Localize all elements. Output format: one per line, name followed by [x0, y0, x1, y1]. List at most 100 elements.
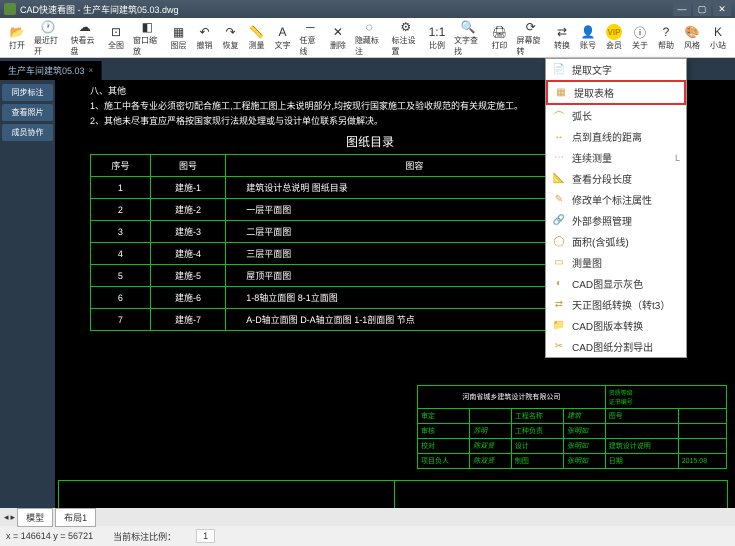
document-tab[interactable]: 生产车间建筑05.03 × [0, 61, 102, 80]
app-icon [4, 3, 16, 15]
tab-label: 生产车间建筑05.03 [8, 64, 85, 77]
比例-icon: 1:1 [429, 24, 445, 40]
tool-最近打开[interactable]: 🕐最近打开 [30, 18, 67, 58]
model-layout-tabs: ◂ ▸ 模型布局1 [0, 508, 735, 526]
关于-icon: ⓘ [632, 24, 648, 40]
menu-icon: 📁 [552, 319, 566, 333]
coordinates: x = 146614 y = 56721 [6, 531, 93, 541]
scale-label: 当前标注比例： [113, 530, 176, 543]
window-title: CAD快速看图 - 生产车间建筑05.03.dwg [20, 3, 179, 16]
tab-nav-left-icon[interactable]: ◂ [4, 512, 9, 523]
menu-icon: ⌒ [552, 109, 566, 123]
tool-关于[interactable]: ⓘ关于 [627, 23, 653, 52]
titlebar: CAD快速看图 - 生产车间建筑05.03.dwg — ▢ ✕ [0, 0, 735, 18]
menu-item-外部参照管理[interactable]: 🔗外部参照管理 [546, 210, 686, 231]
close-button[interactable]: ✕ [713, 2, 731, 16]
tool-打开[interactable]: 📂打开 [4, 23, 30, 52]
menu-item-CAD图显示灰色[interactable]: ◐CAD图显示灰色 [546, 273, 686, 294]
文字查找-icon: 🔍 [460, 19, 476, 35]
tab-nav-right-icon[interactable]: ▸ [11, 512, 16, 523]
tool-测量[interactable]: 📏测量 [244, 23, 270, 52]
任意线-icon: ─ [302, 19, 318, 35]
tool-窗口缩放[interactable]: ◧窗口缩放 [129, 18, 166, 58]
tool-风格[interactable]: 🎨风格 [679, 23, 705, 52]
menu-item-点到直线的距离[interactable]: ↔点到直线的距离 [546, 126, 686, 147]
statusbar: x = 146614 y = 56721 当前标注比例： 1 [0, 526, 735, 546]
tool-全图[interactable]: ⊡全图 [103, 23, 129, 52]
标注设置-icon: ⚙ [398, 19, 414, 35]
转换-icon: ⇄ [554, 24, 570, 40]
tool-屏幕旋转[interactable]: ⟳屏幕旋转 [512, 18, 549, 58]
帮助-icon: ? [658, 24, 674, 40]
menu-icon: ▦ [554, 86, 568, 100]
menu-item-CAD图纸分割导出[interactable]: ✂CAD图纸分割导出 [546, 336, 686, 357]
title-block: 河南省城乡建筑设计院有限公司资质等级证书编号 审定工程名称建筑图号审核苏明工种负… [417, 385, 727, 469]
table-header: 序号 [91, 155, 151, 177]
vip-dropdown-menu: 📄提取文字▦提取表格⌒弧长↔点到直线的距离⋯连续测量L📐查看分段长度✎修改单个标… [545, 58, 687, 358]
maximize-button[interactable]: ▢ [693, 2, 711, 16]
menu-item-修改单个标注属性[interactable]: ✎修改单个标注属性 [546, 189, 686, 210]
menu-icon: ✂ [552, 340, 566, 354]
tool-账号[interactable]: 👤账号 [575, 23, 601, 52]
menu-item-弧长[interactable]: ⌒弧长 [546, 105, 686, 126]
menu-item-CAD图版本转换[interactable]: 📁CAD图版本转换 [546, 315, 686, 336]
tool-撤销[interactable]: ↶撤销 [192, 23, 218, 52]
tool-文字查找[interactable]: 🔍文字查找 [450, 18, 487, 58]
最近打开-icon: 🕐 [40, 19, 56, 35]
menu-item-提取表格[interactable]: ▦提取表格 [546, 80, 686, 105]
tool-删除[interactable]: ✕删除 [325, 23, 351, 52]
titleblock-row: 校对陈双贤设计张明如建筑设计说明 [418, 439, 727, 454]
tool-图层[interactable]: ▦图层 [166, 23, 192, 52]
menu-item-查看分段长度[interactable]: 📐查看分段长度 [546, 168, 686, 189]
打印-icon: 🖨 [491, 24, 507, 40]
小站-icon: K [710, 24, 726, 40]
sidebar-成员协作[interactable]: 成员协作 [2, 124, 53, 141]
titleblock-row: 审定工程名称建筑图号 [418, 409, 727, 424]
sidebar-查看照片[interactable]: 查看照片 [2, 104, 53, 121]
menu-item-连续测量[interactable]: ⋯连续测量L [546, 147, 686, 168]
menu-item-測量图[interactable]: ▭測量图 [546, 252, 686, 273]
menu-icon: ◐ [552, 277, 566, 291]
tool-快看云盘[interactable]: ☁快看云盘 [67, 18, 104, 58]
tool-会员[interactable]: VIP会员 [601, 23, 627, 52]
风格-icon: 🎨 [684, 24, 700, 40]
sidebar-同步标注[interactable]: 同步标注 [2, 84, 53, 101]
scale-value[interactable]: 1 [196, 529, 215, 543]
撤销-icon: ↶ [197, 24, 213, 40]
frame-divider [394, 481, 395, 508]
tool-恢复[interactable]: ↷恢复 [218, 23, 244, 52]
menu-item-面积(含弧线)[interactable]: ◯面积(含弧线) [546, 231, 686, 252]
屏幕旋转-icon: ⟳ [523, 19, 539, 35]
menu-icon: ◯ [552, 235, 566, 249]
minimize-button[interactable]: — [673, 2, 691, 16]
tool-任意线[interactable]: ─任意线 [296, 18, 325, 58]
tool-帮助[interactable]: ?帮助 [653, 23, 679, 52]
tool-隐藏标注[interactable]: ◌隐藏标注 [351, 18, 388, 58]
main-toolbar: 📂打开🕐最近打开☁快看云盘⊡全图◧窗口缩放▦图层↶撤销↷恢复📏测量A文字─任意线… [0, 18, 735, 58]
menu-item-天正图纸转换（转t3）[interactable]: ⇄天正图纸转换（转t3） [546, 294, 686, 315]
company-name: 河南省城乡建筑设计院有限公司 [418, 386, 606, 409]
窗口缩放-icon: ◧ [139, 19, 155, 35]
tool-打印[interactable]: 🖨打印 [486, 23, 512, 52]
tool-转换[interactable]: ⇄转换 [549, 23, 575, 52]
tool-小站[interactable]: K小站 [705, 23, 731, 52]
titleblock-row: 审核苏明工种负责张明如 [418, 424, 727, 439]
menu-icon: ▭ [552, 256, 566, 270]
tool-标注设置[interactable]: ⚙标注设置 [387, 18, 424, 58]
账号-icon: 👤 [580, 24, 596, 40]
layout-tab-布局1[interactable]: 布局1 [55, 508, 96, 527]
tab-close-icon[interactable]: × [89, 66, 94, 75]
tool-比例[interactable]: 1:1比例 [424, 23, 450, 52]
menu-icon: 📐 [552, 172, 566, 186]
隐藏标注-icon: ◌ [361, 19, 377, 35]
tool-文字[interactable]: A文字 [270, 23, 296, 52]
window-controls: — ▢ ✕ [673, 2, 731, 16]
left-sidebar: 同步标注查看照片成员协作 [0, 80, 55, 508]
文字-icon: A [275, 24, 291, 40]
menu-icon: 🔗 [552, 214, 566, 228]
layout-tab-模型[interactable]: 模型 [17, 508, 53, 527]
lower-frame [58, 480, 728, 508]
menu-item-提取文字[interactable]: 📄提取文字 [546, 59, 686, 80]
table-header: 图号 [150, 155, 225, 177]
titleblock-row: 项目负人陈双贤制图张明如日期2015.08 [418, 454, 727, 469]
